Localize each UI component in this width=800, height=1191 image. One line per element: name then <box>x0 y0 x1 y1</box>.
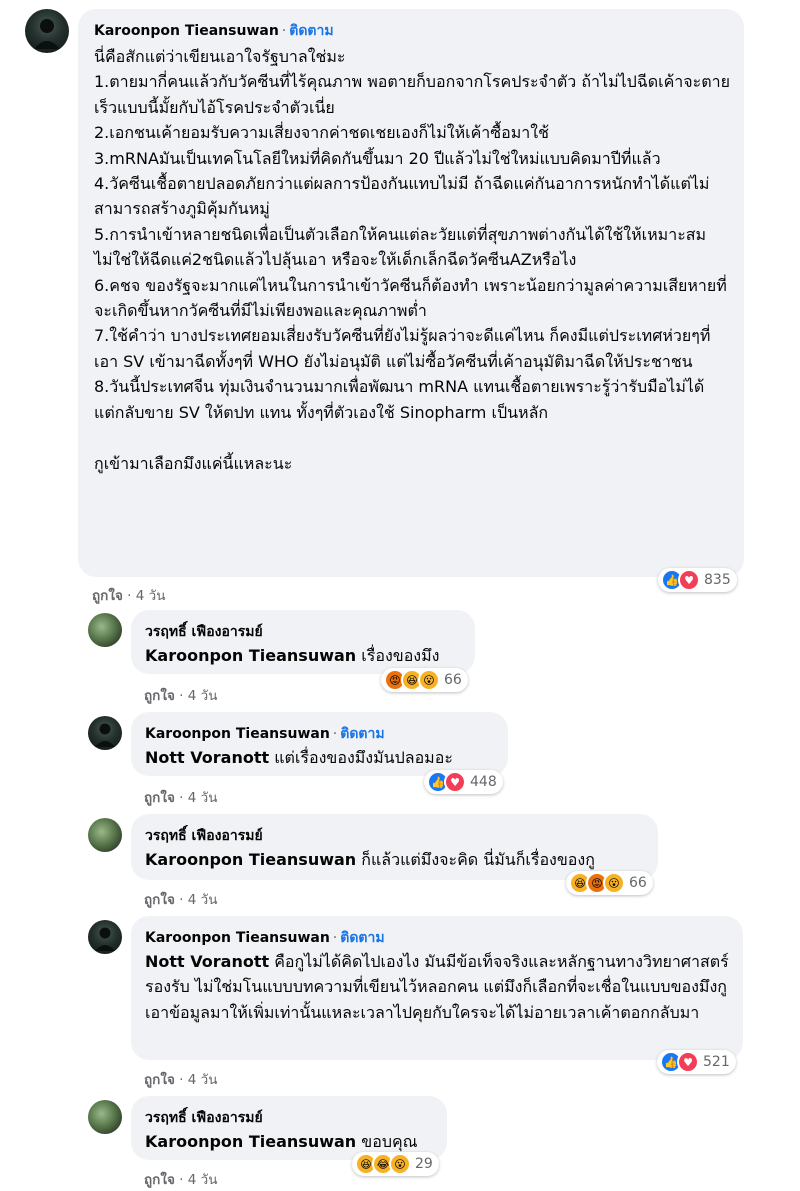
mention-link[interactable]: Nott Voranott <box>145 748 269 767</box>
reaction-count: 66 <box>629 875 647 891</box>
comment-bubble: Karoonpon Tieansuwan · ติดตาม Nott Voranot… <box>131 712 508 776</box>
author-name[interactable]: วรฤทธิ์ เฟืองอารมย์ <box>145 1107 433 1129</box>
separator-dot: · <box>281 23 287 39</box>
profile-picture-icon <box>34 19 60 49</box>
follow-button[interactable]: ติดตาม <box>340 726 384 742</box>
wow-reaction-icon: 😮 <box>389 1153 411 1175</box>
like-button[interactable]: ถูกใจ <box>144 892 175 908</box>
author-name[interactable]: วรฤทธิ์ เฟืองอารมย์ <box>145 825 644 847</box>
reaction-summary[interactable]: 😡 😆 😮 66 <box>381 668 468 692</box>
comment-actions: ถูกใจ · 4 วัน <box>144 790 218 806</box>
comment-text: Karoonpon Tieansuwan เรื่องของมึง <box>145 646 440 665</box>
comment-text: Karoonpon Tieansuwan ก็แล้วแต่มึงจะคิด น… <box>145 850 595 869</box>
avatar[interactable] <box>88 920 122 954</box>
comment-header: Karoonpon Tieansuwan · ติดตาม <box>145 927 729 949</box>
comment-actions: ถูกใจ · 4 วัน <box>144 1072 218 1088</box>
avatar[interactable] <box>88 716 122 750</box>
mention-link[interactable]: Nott Voranott <box>145 952 269 971</box>
love-reaction-icon: ♥ <box>678 569 700 591</box>
like-button[interactable]: ถูกใจ <box>144 790 175 806</box>
timestamp[interactable]: 4 วัน <box>188 790 218 806</box>
timestamp[interactable]: 4 วัน <box>136 588 166 604</box>
avatar[interactable] <box>25 9 69 53</box>
comment-text: Nott Voranott แต่เรื่องของมึงมันปลอมอะ <box>145 748 453 767</box>
mention-link[interactable]: Karoonpon Tieansuwan <box>145 850 356 869</box>
comment-actions: ถูกใจ · 4 วัน <box>144 688 218 704</box>
reaction-count: 29 <box>415 1156 433 1172</box>
mention-link[interactable]: Karoonpon Tieansuwan <box>145 1132 356 1151</box>
like-button[interactable]: ถูกใจ <box>144 688 175 704</box>
comment-bubble: วรฤทธิ์ เฟืองอารมย์ Karoonpon Tieansuwan… <box>131 610 475 674</box>
profile-picture-icon <box>95 723 115 747</box>
comment-bubble: Karoonpon Tieansuwan · ติดตาม Nott Voranot… <box>131 916 743 1060</box>
comment-actions: ถูกใจ · 4 วัน <box>92 588 166 604</box>
comment-actions: ถูกใจ · 4 วัน <box>144 1172 218 1188</box>
comment-header: Karoonpon Tieansuwan · ติดตาม <box>145 723 494 745</box>
mention-link[interactable]: Karoonpon Tieansuwan <box>145 646 356 665</box>
reaction-summary[interactable]: 👍 ♥ 521 <box>657 1050 736 1074</box>
reaction-summary[interactable]: 😆 😂 😮 29 <box>352 1152 439 1176</box>
love-reaction-icon: ♥ <box>444 771 466 793</box>
author-name[interactable]: Karoonpon Tieansuwan <box>145 726 330 742</box>
wow-reaction-icon: 😮 <box>603 872 625 894</box>
separator-dot: · <box>332 726 338 742</box>
comment-text: นี่คือสักแต่ว่าเขียนเอาใจรัฐบาลใช่มะ 1.ต… <box>94 47 730 473</box>
timestamp[interactable]: 4 วัน <box>188 892 218 908</box>
author-name[interactable]: Karoonpon Tieansuwan <box>145 930 330 946</box>
comment-header: Karoonpon Tieansuwan · ติดตาม <box>94 20 730 42</box>
reaction-count: 448 <box>470 774 497 790</box>
comment-text: Karoonpon Tieansuwan ขอบคุณ <box>145 1132 418 1151</box>
reaction-count: 835 <box>704 572 731 588</box>
like-button[interactable]: ถูกใจ <box>144 1172 175 1188</box>
reaction-summary[interactable]: 😆 😡 😮 66 <box>566 871 653 895</box>
like-button[interactable]: ถูกใจ <box>92 588 123 604</box>
timestamp[interactable]: 4 วัน <box>188 1072 218 1088</box>
timestamp[interactable]: 4 วัน <box>188 688 218 704</box>
avatar[interactable] <box>88 1100 122 1134</box>
reaction-count: 66 <box>444 672 462 688</box>
avatar[interactable] <box>88 818 122 852</box>
avatar[interactable] <box>88 613 122 647</box>
separator-dot: · <box>332 930 338 946</box>
wow-reaction-icon: 😮 <box>418 669 440 691</box>
follow-button[interactable]: ติดตาม <box>340 930 384 946</box>
comment-text: Nott Voranott คือกูไม่ได้คิดไปเองไง มันม… <box>145 952 729 1022</box>
comment-bubble: Karoonpon Tieansuwan · ติดตาม นี่คือสักแต่… <box>78 9 744 577</box>
reaction-summary[interactable]: 👍 ♥ 835 <box>658 568 737 592</box>
follow-button[interactable]: ติดตาม <box>289 23 333 39</box>
like-button[interactable]: ถูกใจ <box>144 1072 175 1088</box>
author-name[interactable]: วรฤทธิ์ เฟืองอารมย์ <box>145 621 461 643</box>
profile-picture-icon <box>95 927 115 951</box>
comment-actions: ถูกใจ · 4 วัน <box>144 892 218 908</box>
love-reaction-icon: ♥ <box>677 1051 699 1073</box>
comment-bubble: วรฤทธิ์ เฟืองอารมย์ Karoonpon Tieansuwan… <box>131 1096 447 1160</box>
reaction-count: 521 <box>703 1054 730 1070</box>
author-name[interactable]: Karoonpon Tieansuwan <box>94 23 279 39</box>
timestamp[interactable]: 4 วัน <box>188 1172 218 1188</box>
reaction-summary[interactable]: 👍 ♥ 448 <box>424 770 503 794</box>
